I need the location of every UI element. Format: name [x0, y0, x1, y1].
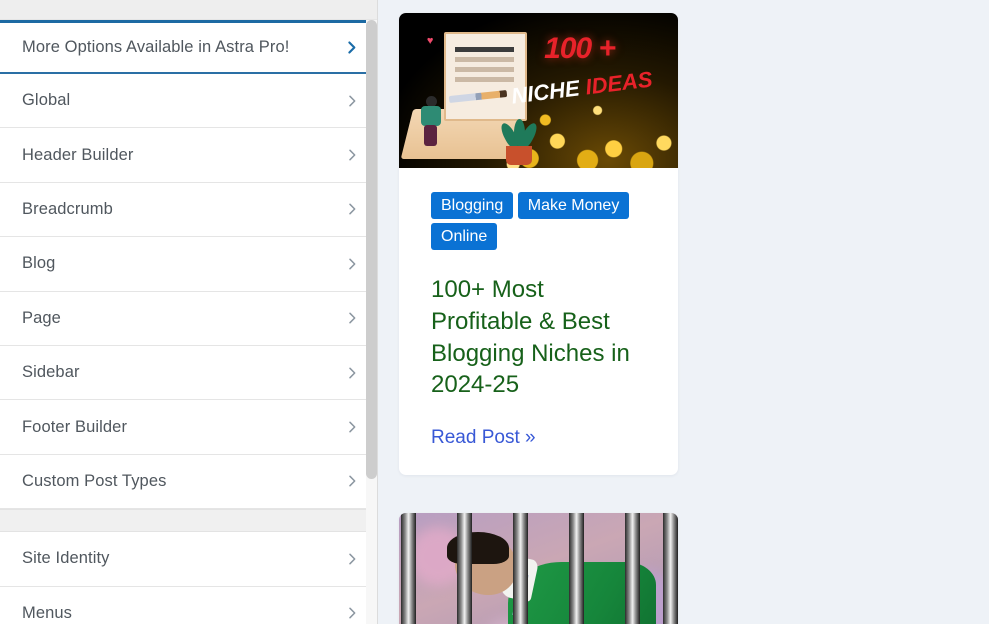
post-card-grid: ♥♥♥ 100 + NICHE IDEAS: [378, 13, 989, 624]
thumb-headline-100: 100 +: [544, 31, 616, 65]
sidebar-item-page[interactable]: Page: [0, 291, 378, 346]
sidebar-item-label: Header Builder: [22, 145, 134, 164]
sidebar-item-blog[interactable]: Blog: [0, 237, 378, 292]
thumbnail-niche-ideas[interactable]: ♥♥♥ 100 + NICHE IDEAS: [399, 13, 678, 168]
post-card[interactable]: ♥♥♥ 100 + NICHE IDEAS: [399, 13, 678, 476]
thumbnail-arshad-nadeem-bars[interactable]: [399, 513, 678, 624]
sidebar-item-label: Sidebar: [22, 363, 80, 382]
sidebar-item-label: Menus: [22, 603, 73, 622]
chevron-right-icon: [344, 93, 360, 109]
customizer-screen: More Options Available in Astra Pro! Glo…: [0, 0, 989, 624]
sidebar-scrollbar-thumb[interactable]: [366, 20, 377, 479]
sidebar-topbar: [0, 0, 378, 20]
site-preview-frame: ♥♥♥ 100 + NICHE IDEAS: [378, 0, 989, 624]
customizer-sidebar: More Options Available in Astra Pro! Glo…: [0, 0, 378, 624]
sidebar-item-global[interactable]: Global: [0, 74, 378, 129]
sidebar-panel-list: More Options Available in Astra Pro! Glo…: [0, 20, 378, 624]
chevron-right-icon: [344, 256, 360, 272]
post-title[interactable]: 100+ Most Profitable & Best Blogging Nic…: [431, 274, 646, 401]
sidebar-item-breadcrumb[interactable]: Breadcrumb: [0, 182, 378, 238]
sidebar-item-label: Page: [22, 308, 61, 327]
prison-bars-overlay: [399, 513, 678, 624]
chevron-right-icon: [344, 310, 360, 326]
sidebar-item-astra-pro-promo[interactable]: More Options Available in Astra Pro!: [0, 20, 378, 74]
chevron-right-icon: [344, 605, 360, 621]
chevron-right-icon: [344, 365, 360, 381]
sidebar-item-label: Site Identity: [22, 549, 110, 568]
chevron-right-icon: [344, 419, 360, 435]
chevron-right-icon: [343, 39, 360, 56]
post-card-body: Blogging Make Money Online 100+ Most Pro…: [399, 168, 678, 475]
sidebar-item-header-builder[interactable]: Header Builder: [0, 128, 378, 183]
plant-illustration: [498, 118, 541, 165]
post-card[interactable]: Latest In 2050.....The Final Throw (Arsh…: [399, 513, 678, 624]
sidebar-item-label: Blog: [22, 254, 56, 273]
chevron-right-icon: [344, 147, 360, 163]
sidebar-item-label: Custom Post Types: [22, 471, 167, 490]
sidebar-item-menus[interactable]: Menus: [0, 586, 378, 624]
person-illustration: [419, 96, 445, 147]
sidebar-edge-divider: [377, 0, 378, 624]
sidebar-item-custom-post-types[interactable]: Custom Post Types: [0, 454, 378, 510]
sidebar-item-label: Global: [22, 91, 71, 110]
chevron-right-icon: [344, 473, 360, 489]
sidebar-item-label: Footer Builder: [22, 417, 128, 436]
chevron-right-icon: [344, 551, 360, 567]
sidebar-item-sidebar[interactable]: Sidebar: [0, 345, 378, 401]
sidebar-item-label: Breadcrumb: [22, 199, 113, 218]
sidebar-item-site-identity[interactable]: Site Identity: [0, 532, 378, 587]
sidebar-item-footer-builder[interactable]: Footer Builder: [0, 400, 378, 455]
category-badge-list: Blogging Make Money Online: [431, 190, 646, 252]
read-post-link[interactable]: Read Post »: [431, 427, 536, 448]
sidebar-item-label: More Options Available in Astra Pro!: [22, 38, 290, 56]
sidebar-group-separator: [0, 509, 378, 533]
category-badge-blogging[interactable]: Blogging: [431, 192, 514, 219]
chevron-right-icon: [344, 201, 360, 217]
